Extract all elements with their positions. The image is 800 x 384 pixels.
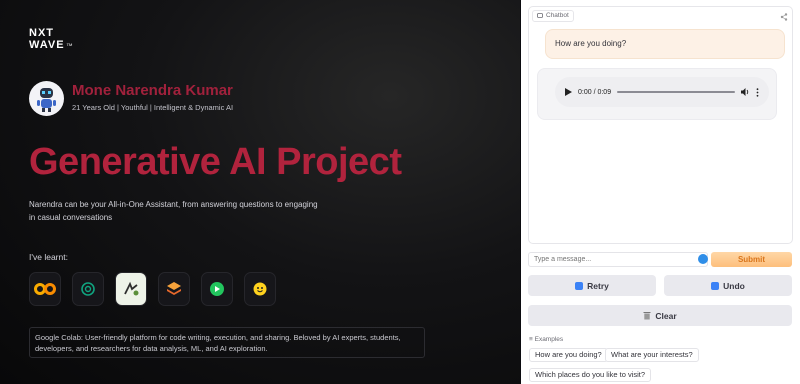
nxtwave-logo: NXT WAVE TM: [29, 27, 72, 51]
layers-icon[interactable]: [158, 272, 190, 306]
play-icon[interactable]: [201, 272, 233, 306]
chat-panel: Chatbot How are you doing? 0:00 / 0:09 S…: [521, 0, 800, 384]
openai-icon[interactable]: [72, 272, 104, 306]
audio-time: 0:00 / 0:09: [578, 88, 612, 96]
chat-icon: [537, 13, 543, 18]
chatbot-window: Chatbot How are you doing? 0:00 / 0:09: [528, 6, 793, 244]
retry-button[interactable]: Retry: [528, 275, 656, 296]
submit-button[interactable]: Submit: [711, 252, 792, 267]
hero-section: NXT WAVE TM Mone Narendra Kumar 21 Years …: [0, 0, 520, 384]
share-icon[interactable]: [780, 13, 788, 21]
logo-line2: WAVE: [29, 39, 65, 51]
robot-avatar: [29, 81, 64, 116]
input-status-icon: [698, 254, 708, 264]
chatbot-label-text: Chatbot: [546, 12, 569, 19]
bot-message: 0:00 / 0:09: [537, 68, 777, 120]
logo-line1: NXT: [29, 27, 54, 39]
tool-info-box: Google Colab: User-friendly platform for…: [29, 327, 425, 358]
play-button-icon[interactable]: [565, 88, 572, 96]
retry-icon: [575, 281, 584, 290]
clear-button[interactable]: Clear: [528, 305, 792, 326]
huggingface-icon[interactable]: [244, 272, 276, 306]
hero-description: Narendra can be your All-in-One Assistan…: [29, 200, 318, 222]
trash-icon: [643, 312, 651, 320]
more-options-icon[interactable]: [756, 87, 759, 97]
user-message: How are you doing?: [545, 29, 785, 59]
chatbot-label: Chatbot: [532, 10, 574, 22]
profile-tagline: 21 Years Old | Youthful | Intelligent & …: [72, 103, 234, 112]
undo-label: Undo: [723, 280, 745, 291]
retry-label: Retry: [587, 280, 609, 291]
undo-icon: [711, 281, 720, 290]
examples-title: ≡ Examples: [529, 336, 564, 343]
example-chip[interactable]: What are your interests?: [605, 348, 699, 362]
volume-icon[interactable]: [741, 88, 750, 96]
audio-player: 0:00 / 0:09: [555, 77, 769, 107]
logo-tm: TM: [66, 42, 73, 47]
langchain-icon[interactable]: [115, 272, 147, 306]
example-chip[interactable]: Which places do you like to visit?: [529, 368, 652, 382]
colab-icon[interactable]: [29, 272, 61, 306]
clear-label: Clear: [655, 310, 677, 321]
example-chip[interactable]: How are you doing?: [529, 348, 608, 362]
tools-list: [29, 272, 276, 306]
page-title: Generative AI Project: [29, 141, 402, 183]
undo-button[interactable]: Undo: [664, 275, 792, 296]
examples-title-text: Examples: [534, 336, 564, 343]
profile-name: Mone Narendra Kumar: [72, 82, 233, 99]
audio-seekbar[interactable]: [617, 91, 735, 93]
message-input[interactable]: [528, 252, 708, 267]
learnt-label: I've learnt:: [29, 252, 68, 262]
